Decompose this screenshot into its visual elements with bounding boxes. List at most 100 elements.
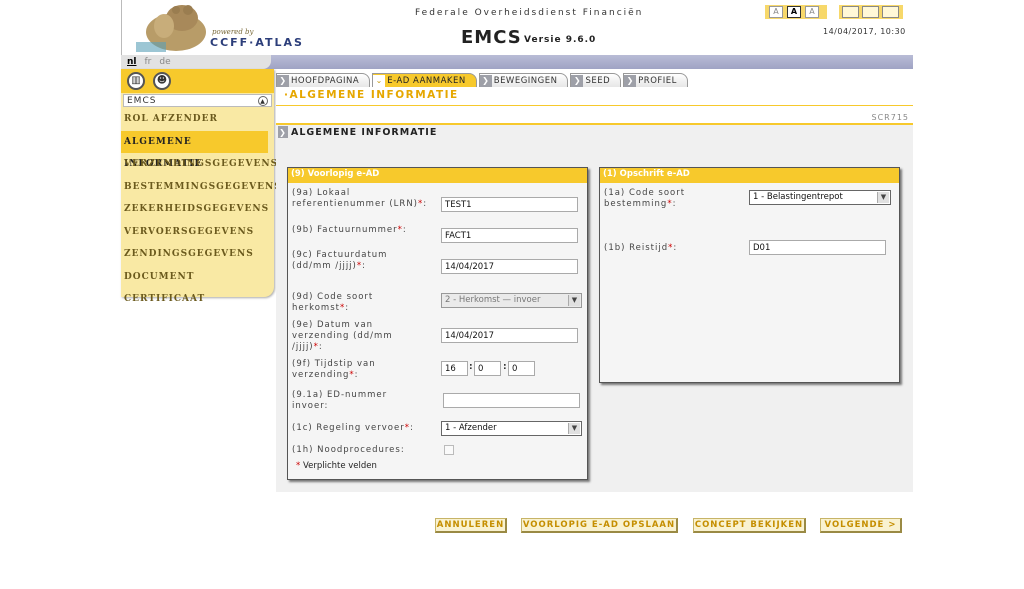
transport-arrangement-select[interactable]: 1 - Afzender ▼ — [441, 421, 582, 436]
destination-code-label: (1a) Code soort bestemming*: — [604, 188, 686, 209]
opschrift-e-ad-panel: (1) Opschrift e-AD (1a) Code soort beste… — [599, 167, 900, 383]
required-legend: * Verplichte velden — [296, 461, 377, 471]
view-draft-button[interactable]: CONCEPT BEKIJKEN — [693, 518, 806, 533]
origin-code-select[interactable]: 2 - Herkomst — invoer ▼ — [441, 293, 582, 308]
select-value: 1 - Belastingentrepot — [753, 192, 843, 202]
emergency-procedure-checkbox[interactable] — [444, 445, 454, 455]
label-text: (1b) Reistijd — [604, 243, 669, 253]
user-icon[interactable]: ☻ — [153, 72, 171, 90]
screen-code: SCR715 — [871, 113, 909, 122]
select-value: 2 - Herkomst — invoer — [445, 295, 541, 305]
tab-label: BEWEGINGEN — [493, 75, 558, 86]
lang-fr-link[interactable]: fr — [145, 57, 152, 67]
section-header: ❯ ALGEMENE INFORMATIE — [278, 126, 437, 138]
label-text: (9c) Factuurdatum (dd/mm /jjjj) — [292, 250, 388, 271]
section-title: ALGEMENE INFORMATIE — [291, 126, 438, 138]
emergency-procedure-label: (1h) Noodprocedures: — [292, 445, 405, 455]
label-text: (9a) Lokaal referentienummer (LRN) — [292, 188, 419, 209]
select-value: 1 - Afzender — [445, 423, 497, 433]
invoice-date-input[interactable] — [441, 259, 578, 274]
layout-switcher — [839, 5, 903, 19]
label-text: (1a) Code soort bestemming — [604, 188, 686, 209]
time-separator: : — [469, 362, 473, 372]
tab-label: SEED — [585, 75, 611, 86]
arrow-right-icon: ❯ — [277, 74, 289, 87]
invoice-date-label: (9c) Factuurdatum (dd/mm /jjjj)*: — [292, 250, 388, 271]
collapse-icon[interactable]: ▲ — [258, 95, 268, 106]
app-title: EMCS — [461, 27, 522, 48]
layout-3-icon[interactable] — [882, 6, 899, 18]
label-text: (9d) Code soort herkomst — [292, 292, 374, 313]
dispatch-time-hours-input[interactable] — [441, 361, 468, 376]
font-size-switcher: A A A — [765, 5, 827, 19]
invoice-number-input[interactable] — [441, 228, 578, 243]
destination-code-select[interactable]: 1 - Belastingentrepot ▼ — [749, 190, 891, 205]
save-draft-button[interactable]: VOORLOPIG E-AD OPSLAAN — [521, 518, 678, 533]
layout-2-icon[interactable] — [862, 6, 879, 18]
panel-body: (9a) Lokaal referentienummer (LRN)*: (9b… — [288, 181, 587, 479]
main-content: ·ALGEMENE INFORMATIE SCR715 ❯ ALGEMENE I… — [276, 87, 913, 492]
cancel-button[interactable]: ANNULEREN — [435, 518, 507, 533]
font-small-button[interactable]: A — [769, 6, 783, 18]
sidebar-header: EMCS ▲ — [123, 94, 272, 107]
language-selector: nl fr de — [121, 55, 271, 69]
language-bar: nl fr de — [121, 55, 913, 69]
font-medium-button[interactable]: A — [787, 6, 801, 18]
arrow-right-icon: ❯ — [624, 74, 637, 87]
panel-title: (9) Voorlopig e-AD — [288, 168, 587, 181]
dispatch-time-minutes-input[interactable] — [474, 361, 501, 376]
menu-icon[interactable]: ▥ — [127, 72, 145, 90]
logo: powered by CCFF·ATLAS — [121, 0, 302, 55]
font-large-button[interactable]: A — [805, 6, 819, 18]
chevron-down-icon: ⌄ — [373, 74, 386, 87]
bear-logo-icon — [136, 5, 206, 52]
invoice-number-label: (9b) Factuurnummer*: — [292, 225, 407, 235]
label-text: (9f) Tijdstip van verzending — [292, 359, 376, 380]
legend-text: Verplichte velden — [302, 461, 377, 471]
lang-de-link[interactable]: de — [159, 57, 170, 67]
sidebar-item-document-certificaat[interactable]: DOCUMENT CERTIFICAAT — [121, 266, 274, 305]
layout-1-icon[interactable] — [842, 6, 859, 18]
time-separator: : — [503, 362, 507, 372]
sidebar-item-rol-afzender[interactable]: ROL AFZENDER — [121, 108, 274, 131]
tab-label: PROFIEL — [638, 75, 677, 86]
sidebar-item-verzendingsgegevens[interactable]: VERZENDINGSGEGEVENS — [121, 153, 277, 176]
lrn-input[interactable] — [441, 197, 578, 212]
transport-arrangement-label: (1c) Regeling vervoer*: — [292, 423, 414, 433]
sidebar-item-bestemmingsgegevens[interactable]: BESTEMMINGSGEGEVENS — [121, 176, 281, 199]
sidebar-item-zekerheidsgegevens[interactable]: ZEKERHEIDSGEGEVENS — [121, 198, 274, 221]
dispatch-time-seconds-input[interactable] — [508, 361, 535, 376]
tab-profiel[interactable]: ❯ PROFIEL — [623, 73, 688, 87]
tab-hoofdpagina[interactable]: ❯ HOOFDPAGINA — [276, 73, 371, 87]
sidebar-item-algemene-informatie[interactable]: ALGEMENE INFORMATIE — [121, 130, 268, 169]
tab-bewegingen[interactable]: ❯ BEWEGINGEN — [478, 73, 569, 87]
sidebar-item-zendingsgegevens[interactable]: ZENDINGSGEGEVENS — [121, 243, 274, 266]
main-tabs: ❯ HOOFDPAGINA ⌄ E-AD AANMAKEN ❯ BEWEGING… — [276, 73, 688, 87]
divider — [276, 105, 913, 106]
arrow-right-icon: ❯ — [479, 74, 492, 87]
current-datetime: 14/04/2017, 10:30 — [823, 27, 906, 36]
header: powered by CCFF·ATLAS Federale Overheids… — [121, 0, 913, 55]
next-button[interactable]: VOLGENDE > — [820, 518, 902, 533]
tab-seed[interactable]: ❯ SEED — [570, 73, 622, 87]
page-title: ·ALGEMENE INFORMATIE — [284, 89, 459, 101]
arrow-right-icon: ❯ — [278, 126, 288, 138]
lrn-label: (9a) Lokaal referentienummer (LRN)*: — [292, 188, 428, 209]
tab-e-ad-aanmaken[interactable]: ⌄ E-AD AANMAKEN — [372, 73, 477, 87]
origin-code-label: (9d) Code soort herkomst*: — [292, 292, 374, 313]
agency-name: Federale Overheidsdienst Financiën — [415, 8, 644, 18]
sidebar-item-vervoersgegevens[interactable]: VERVOERSGEGEVENS — [121, 221, 274, 244]
dispatch-date-input[interactable] — [441, 328, 578, 343]
sidebar: ▥ ☻ EMCS ▲ ROL AFZENDER ALGEMENE INFORMA… — [121, 69, 281, 305]
chevron-down-icon: ▼ — [568, 295, 580, 306]
tab-label: E-AD AANMAKEN — [387, 75, 466, 86]
journey-time-input[interactable] — [749, 240, 886, 255]
chevron-down-icon: ▼ — [568, 423, 580, 434]
lang-nl-link[interactable]: nl — [127, 57, 137, 67]
label-text: (9e) Datum van verzending (dd/mm /jjjj) — [292, 320, 393, 352]
arrow-right-icon: ❯ — [571, 74, 584, 87]
label-text: (9b) Factuurnummer — [292, 225, 398, 235]
brand-name: CCFF·ATLAS — [210, 36, 304, 49]
panel-title: (1) Opschrift e-AD — [600, 168, 899, 181]
ed-number-input[interactable] — [443, 393, 580, 408]
